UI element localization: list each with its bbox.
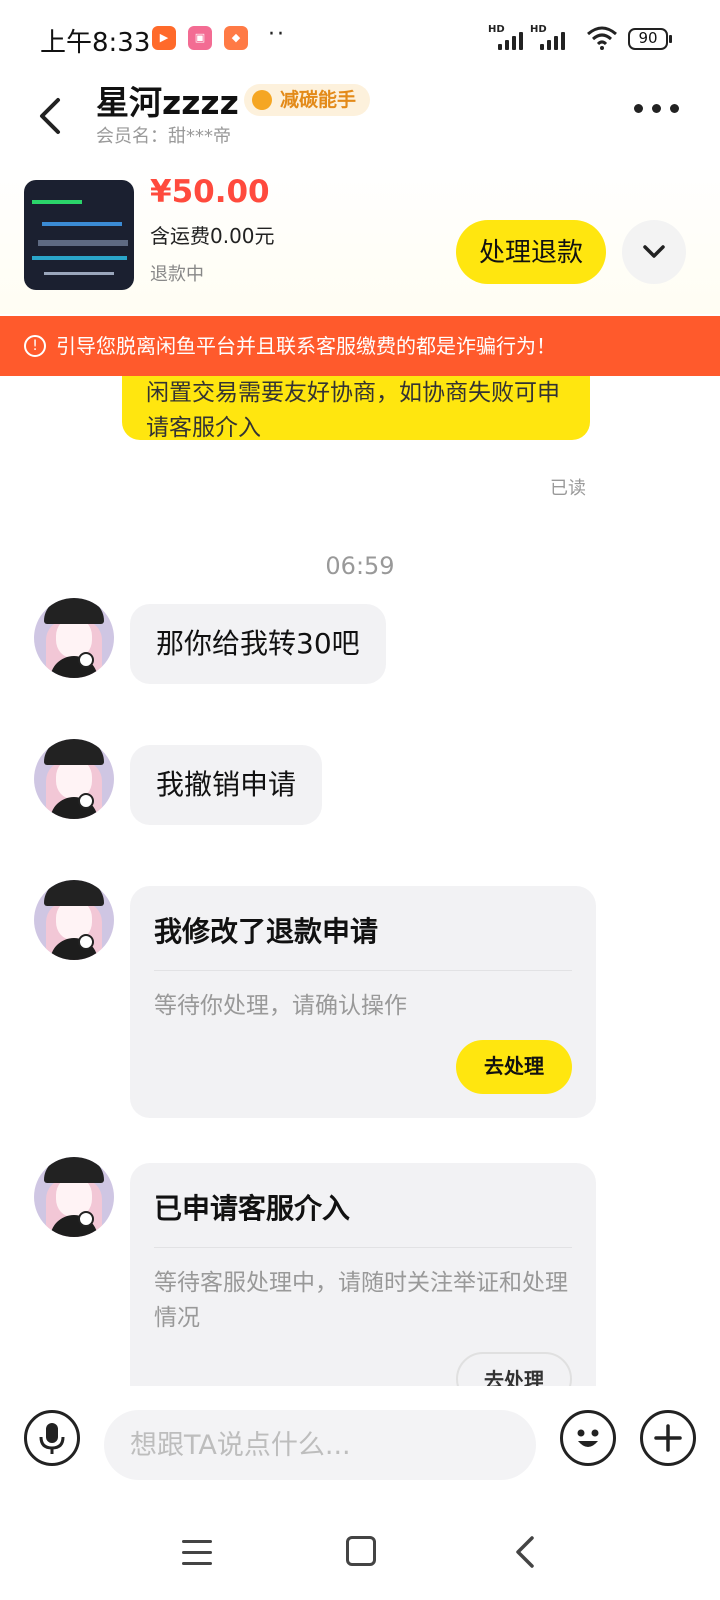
contact-avatar[interactable]	[34, 598, 114, 678]
refund-modified-card: 我修改了退款申请 等待你处理，请确认操作 去处理	[130, 886, 596, 1118]
service-intervention-card: 已申请客服介入 等待客服处理中，请随时关注举证和处理情况 去处理	[130, 1163, 596, 1386]
back-button[interactable]	[30, 86, 70, 146]
system-message-bubble: 闲置交易需要友好协商，如协商失败可申请客服介入	[122, 376, 590, 441]
more-actions-button[interactable]	[640, 1410, 696, 1466]
recent-apps-button[interactable]	[182, 1540, 214, 1568]
more-notifications-icon: ··	[268, 22, 286, 47]
voice-input-button[interactable]	[24, 1410, 80, 1466]
more-dot-icon	[652, 104, 661, 113]
card-title: 我修改了退款申请	[154, 910, 572, 971]
status-time: 上午8:33	[40, 28, 151, 58]
more-dot-icon	[670, 104, 679, 113]
expand-button[interactable]	[622, 220, 686, 284]
system-back-button[interactable]	[510, 1534, 540, 1570]
contact-avatar[interactable]	[34, 1157, 114, 1237]
wifi-icon	[587, 26, 617, 50]
card-subtitle: 等待你处理，请确认操作	[154, 993, 407, 1019]
chat-message[interactable]: 那你给我转30吧	[130, 604, 386, 684]
warning-text: 引导您脱离闲鱼平台并且联系客服缴费的都是诈骗行为！	[56, 334, 556, 358]
product-price: ¥50.00	[150, 174, 270, 210]
bilibili-app-icon: ▣	[188, 26, 212, 50]
emoji-button[interactable]	[560, 1410, 616, 1466]
more-dot-icon	[634, 104, 643, 113]
chat-timestamp: 06:59	[325, 552, 395, 580]
go-process-button[interactable]: 去处理	[456, 1352, 572, 1386]
system-message-text: 闲置交易需要友好协商，如协商失败可申请客服介入	[146, 380, 560, 441]
message-input[interactable]	[104, 1410, 536, 1480]
contact-avatar[interactable]	[34, 739, 114, 819]
fraud-warning-banner: ! 引导您脱离闲鱼平台并且联系客服缴费的都是诈骗行为！	[0, 316, 720, 376]
signal-icon-1	[498, 30, 523, 50]
video-app-icon: ▶	[152, 26, 176, 50]
chevron-down-icon	[643, 245, 665, 258]
go-process-button[interactable]: 去处理	[456, 1040, 572, 1094]
more-options-button[interactable]	[634, 104, 679, 113]
system-nav-bar	[0, 1496, 720, 1600]
plus-icon	[654, 1424, 682, 1452]
signal-icon-2	[540, 30, 565, 50]
user-badge: 减碳能手	[244, 84, 371, 116]
read-receipt: 已读	[550, 478, 586, 499]
badge-label: 减碳能手	[280, 89, 357, 111]
shipping-info: 含运费0.00元	[150, 224, 275, 248]
smile-icon	[577, 1429, 599, 1447]
product-card[interactable]: ¥50.00 含运费0.00元 退款中 处理退款	[0, 164, 720, 314]
process-refund-button[interactable]: 处理退款	[456, 220, 606, 284]
shopping-app-icon: ◆	[224, 26, 248, 50]
warning-icon: !	[24, 334, 46, 357]
status-bar: 上午8:33 ▶ ▣ ◆ ·· HD HD 90	[0, 0, 720, 76]
microphone-icon	[39, 1423, 65, 1454]
contact-name: 星河zzzz	[96, 83, 239, 122]
chat-message[interactable]: 我撤销申请	[130, 745, 323, 825]
card-title: 已申请客服介入	[154, 1187, 572, 1248]
member-name: 会员名：甜***帝	[96, 126, 231, 147]
battery-icon: 90	[628, 28, 672, 50]
contact-avatar[interactable]	[34, 880, 114, 960]
leaf-icon	[252, 90, 272, 110]
product-thumbnail[interactable]	[24, 180, 134, 290]
message-input-bar	[0, 1386, 720, 1496]
chat-header: 星河zzzz 减碳能手 会员名：甜***帝	[0, 76, 720, 164]
card-subtitle: 等待客服处理中，请随时关注举证和处理情况	[154, 1270, 568, 1331]
order-status: 退款中	[150, 264, 204, 285]
chat-messages[interactable]: 闲置交易需要友好协商，如协商失败可申请客服介入 已读 06:59 那你给我转30…	[0, 376, 720, 1386]
home-button[interactable]	[346, 1536, 376, 1566]
